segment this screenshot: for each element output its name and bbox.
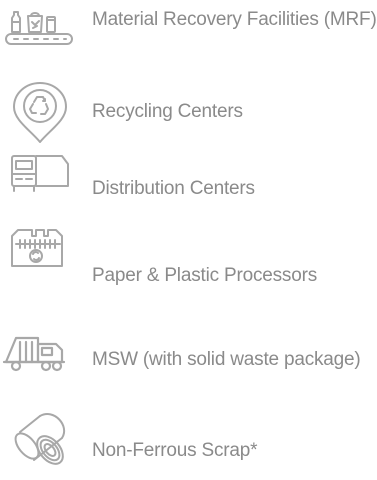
category-item-non-ferrous-scrap: Non-Ferrous Scrap* xyxy=(0,410,377,474)
category-item-recycling-centers: Recycling Centers xyxy=(0,80,377,150)
category-item-distribution-centers: Distribution Centers xyxy=(0,150,377,210)
recycling-location-pin-icon xyxy=(0,80,80,150)
metal-coil-icon xyxy=(0,410,80,480)
category-item-paper-plastic-processors: Paper & Plastic Processors xyxy=(0,222,377,292)
category-label-distribution-centers: Distribution Centers xyxy=(92,178,255,199)
category-label-msw: MSW (with solid waste package) xyxy=(92,349,361,370)
shredder-icon xyxy=(0,222,80,292)
category-item-mrf: Material Recovery Facilities (MRF) xyxy=(0,0,377,60)
category-item-msw: MSW (with solid waste package) xyxy=(0,330,377,390)
conveyor-belt-icon xyxy=(0,0,80,70)
category-label-paper-plastic-processors: Paper & Plastic Processors xyxy=(92,265,317,286)
category-label-recycling-centers: Recycling Centers xyxy=(92,101,243,122)
category-label-non-ferrous-scrap: Non-Ferrous Scrap* xyxy=(92,440,258,461)
garbage-truck-icon xyxy=(0,330,80,400)
delivery-truck-icon xyxy=(0,150,80,220)
category-label-mrf: Material Recovery Facilities (MRF) xyxy=(92,9,377,30)
